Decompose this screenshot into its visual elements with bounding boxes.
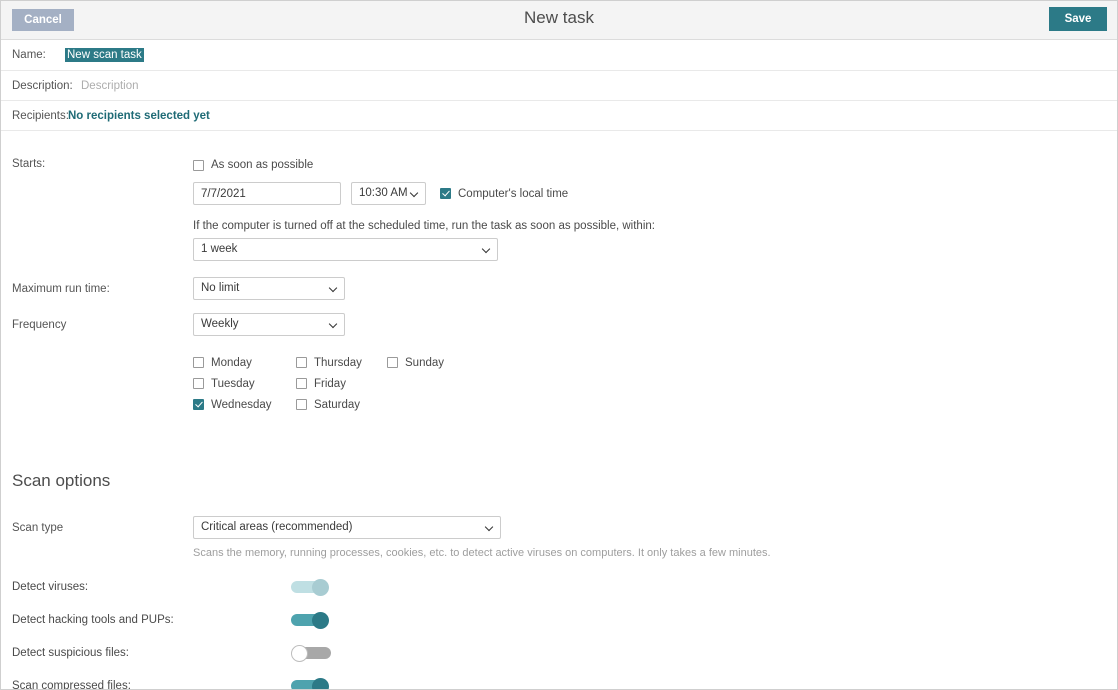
toggle-row-scan-compressed-files: Scan compressed files: bbox=[12, 678, 1117, 690]
max-run-time-value: No limit bbox=[201, 282, 239, 294]
checkbox-box bbox=[296, 357, 307, 368]
local-time-label: Computer's local time bbox=[458, 188, 568, 200]
toggle-label: Detect viruses: bbox=[12, 581, 291, 593]
start-time-value: 10:30 AM bbox=[359, 187, 408, 199]
chevron-down-icon bbox=[330, 323, 337, 330]
within-value: 1 week bbox=[201, 243, 237, 255]
schedule-section: Starts: As soon as possible 10:30 AM Com… bbox=[1, 158, 1117, 352]
toggle-knob bbox=[291, 645, 308, 662]
page-title: New task bbox=[1, 8, 1117, 28]
day-label: Wednesday bbox=[211, 399, 272, 411]
within-spacer bbox=[12, 238, 193, 261]
start-datetime-row: 10:30 AM Computer's local time bbox=[12, 182, 1117, 205]
toggle-knob bbox=[312, 579, 329, 596]
frequency-label: Frequency bbox=[12, 319, 193, 331]
start-date-input[interactable] bbox=[193, 182, 341, 205]
toggle-knob bbox=[312, 612, 329, 629]
frequency-value: Weekly bbox=[201, 318, 239, 330]
scan-options-title: Scan options bbox=[12, 471, 1117, 491]
day-label: Friday bbox=[314, 378, 346, 390]
day-checkbox-wednesday[interactable]: Wednesday bbox=[193, 394, 298, 415]
scan-type-select[interactable]: Critical areas (recommended) bbox=[193, 516, 501, 539]
toggle-row-detect-suspicious-files: Detect suspicious files: bbox=[12, 645, 1117, 661]
detect-hacking-tools-toggle[interactable] bbox=[291, 612, 331, 628]
toggle-row-detect-viruses: Detect viruses: bbox=[12, 579, 1117, 595]
day-label: Monday bbox=[211, 357, 252, 369]
hint-spacer bbox=[12, 220, 193, 232]
day-checkbox-friday[interactable]: Friday bbox=[296, 373, 391, 394]
toggle-label: Scan compressed files: bbox=[12, 680, 291, 690]
scan-type-value: Critical areas (recommended) bbox=[201, 521, 352, 533]
day-checkbox-monday[interactable]: Monday bbox=[193, 352, 298, 373]
local-time-checkbox[interactable] bbox=[440, 188, 451, 199]
scan-type-description: Scans the memory, running processes, coo… bbox=[193, 547, 771, 559]
day-checkbox-saturday[interactable]: Saturday bbox=[296, 394, 391, 415]
start-time-select[interactable]: 10:30 AM bbox=[351, 182, 426, 205]
dialog-titlebar: Cancel New task Save bbox=[1, 1, 1117, 40]
within-select[interactable]: 1 week bbox=[193, 238, 498, 261]
spacer bbox=[1, 131, 1117, 147]
max-run-time-select[interactable]: No limit bbox=[193, 277, 345, 300]
description-input[interactable]: Description bbox=[81, 80, 139, 92]
day-label: Saturday bbox=[314, 399, 360, 411]
chevron-down-icon bbox=[411, 192, 418, 199]
toggle-knob bbox=[312, 678, 329, 690]
save-button[interactable]: Save bbox=[1049, 7, 1107, 31]
day-label: Sunday bbox=[405, 357, 444, 369]
scan-compressed-files-toggle[interactable] bbox=[291, 678, 331, 690]
asap-checkbox[interactable] bbox=[193, 160, 204, 171]
max-run-time-row: Maximum run time: No limit bbox=[12, 277, 1117, 300]
detect-viruses-toggle bbox=[291, 579, 331, 595]
name-input[interactable]: New scan task bbox=[65, 48, 144, 62]
turned-off-hint-row: If the computer is turned off at the sch… bbox=[12, 220, 1117, 232]
chevron-down-icon bbox=[486, 526, 493, 533]
frequency-select[interactable]: Weekly bbox=[193, 313, 345, 336]
checkbox-box bbox=[193, 378, 204, 389]
detect-suspicious-files-toggle[interactable] bbox=[291, 645, 331, 661]
description-row: Description: Description bbox=[1, 71, 1117, 101]
scan-options-section: Scan options Scan type Critical areas (r… bbox=[12, 471, 1117, 690]
scan-type-description-row: Scans the memory, running processes, coo… bbox=[12, 547, 1117, 559]
toggle-label: Detect hacking tools and PUPs: bbox=[12, 614, 291, 626]
description-spacer bbox=[12, 547, 193, 559]
day-checkbox-sunday[interactable]: Sunday bbox=[387, 352, 482, 373]
max-run-time-label: Maximum run time: bbox=[12, 283, 193, 295]
turned-off-hint: If the computer is turned off at the sch… bbox=[193, 220, 655, 232]
recipients-link[interactable]: No recipients selected yet bbox=[68, 110, 210, 122]
scan-type-label: Scan type bbox=[12, 522, 193, 534]
checkbox-box bbox=[296, 399, 307, 410]
checkbox-box bbox=[387, 357, 398, 368]
scan-type-row: Scan type Critical areas (recommended) bbox=[12, 516, 1117, 539]
recipients-label: Recipients: bbox=[1, 110, 77, 122]
day-label: Thursday bbox=[314, 357, 362, 369]
day-checkbox-thursday[interactable]: Thursday bbox=[296, 352, 391, 373]
starts-label: Starts: bbox=[12, 158, 193, 171]
frequency-row: Frequency Weekly bbox=[12, 313, 1117, 336]
checkbox-box bbox=[296, 378, 307, 389]
toggle-label: Detect suspicious files: bbox=[12, 647, 291, 659]
description-label: Description: bbox=[1, 80, 77, 92]
new-task-dialog: Cancel New task Save Name: New scan task… bbox=[0, 0, 1118, 690]
within-row: 1 week bbox=[12, 238, 1117, 261]
starts-row: Starts: As soon as possible bbox=[12, 158, 1117, 171]
datetime-spacer bbox=[12, 182, 193, 205]
day-checkbox-tuesday[interactable]: Tuesday bbox=[193, 373, 298, 394]
day-label: Tuesday bbox=[211, 378, 255, 390]
recipients-row: Recipients: No recipients selected yet bbox=[1, 101, 1117, 131]
name-row: Name: New scan task bbox=[1, 40, 1117, 71]
checkbox-box bbox=[193, 357, 204, 368]
chevron-down-icon bbox=[483, 248, 490, 255]
toggle-row-detect-hacking-tools: Detect hacking tools and PUPs: bbox=[12, 612, 1117, 628]
asap-label: As soon as possible bbox=[211, 159, 313, 171]
chevron-down-icon bbox=[330, 287, 337, 294]
checkbox-box bbox=[193, 399, 204, 410]
